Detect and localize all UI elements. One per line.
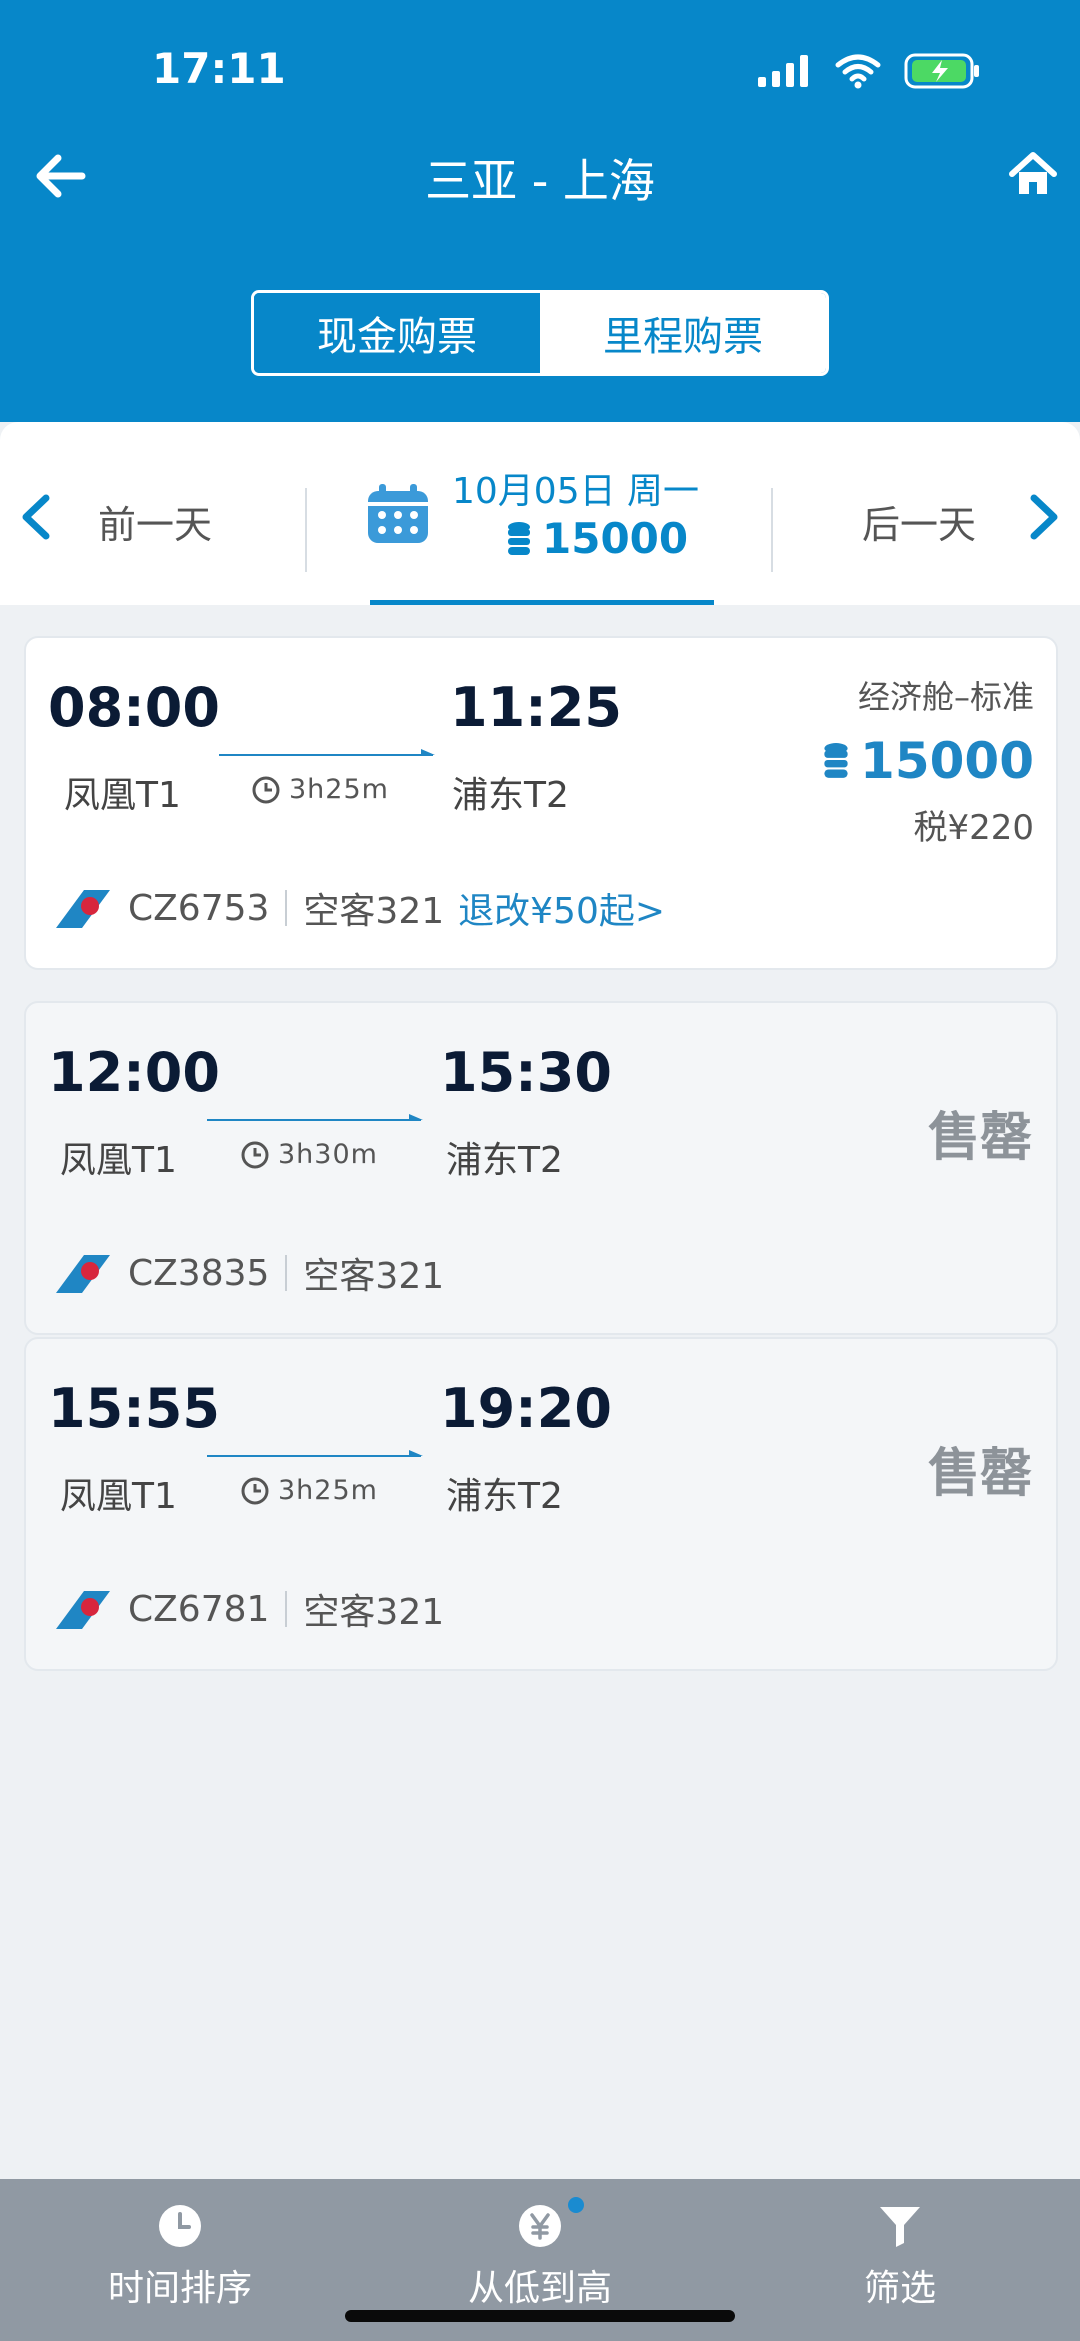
selected-date-price-value: 15000 <box>542 514 689 563</box>
page-title: 三亚 - 上海 <box>425 154 655 208</box>
duration-text: 3h25m <box>289 774 389 805</box>
departure-time: 08:00 <box>48 676 220 739</box>
sold-out-label: 售罄 <box>927 1444 1032 1504</box>
flight-number: CZ3835 <box>128 1252 270 1294</box>
flight-duration: 3h25m <box>240 1475 378 1506</box>
clock-icon <box>241 1141 269 1168</box>
arrival-time: 11:25 <box>450 676 622 739</box>
duration-arrow <box>207 1114 423 1121</box>
airline-logo-icon <box>56 1591 110 1629</box>
header: 17:11 三亚 - 上海 现金购票 里程购票 <box>0 0 1080 422</box>
calendar-icon[interactable] <box>365 482 431 546</box>
flight-card[interactable]: 08:00 凤凰T1 3h25m 11:25 浦东T2 经济舱–标准 15000… <box>24 636 1058 970</box>
yen-icon <box>519 2205 561 2247</box>
airline-logo-icon <box>56 1255 110 1293</box>
aircraft-type: 空客321 <box>303 1592 445 1633</box>
duration-arrow <box>207 1450 423 1457</box>
flight-duration: 3h25m <box>251 774 389 805</box>
departure-terminal: 凤凰T1 <box>64 775 181 816</box>
coin-stack-icon <box>824 743 848 778</box>
chevron-left-icon[interactable] <box>18 494 54 540</box>
selected-date[interactable]: 10月05日 周一 <box>452 462 699 514</box>
departure-time: 15:55 <box>48 1377 220 1440</box>
flight-info: CZ6781 空客321 <box>54 1583 444 1635</box>
clock-icon <box>159 2205 201 2247</box>
arrival-terminal: 浦东T2 <box>452 775 569 816</box>
duration-arrow <box>219 749 435 756</box>
filter-button[interactable]: 筛选 <box>720 2179 1080 2341</box>
departure-terminal: 凤凰T1 <box>60 1140 177 1181</box>
divider <box>285 1255 288 1291</box>
duration-text: 3h30m <box>278 1139 378 1170</box>
signal-icon <box>758 55 808 87</box>
divider <box>285 890 288 926</box>
arrival-terminal: 浦东T2 <box>446 1476 563 1517</box>
filter-icon <box>880 2207 920 2247</box>
coin-stack-icon <box>508 521 530 555</box>
selected-date-price: 15000 <box>506 514 688 563</box>
sort-by-time-label: 时间排序 <box>107 2268 252 2309</box>
date-selector: 前一天 10月05日 周一 15000 后一天 <box>0 422 1080 605</box>
mileage-price: 15000 <box>822 732 1034 790</box>
aircraft-type: 空客321 <box>303 1256 445 1297</box>
status-time: 17:11 <box>152 44 286 93</box>
tab-mileage-purchase[interactable]: 里程购票 <box>540 293 826 373</box>
change-fee-link[interactable]: 退改¥50起> <box>458 882 665 934</box>
arrival-time: 15:30 <box>440 1041 612 1104</box>
sort-low-to-high-label: 从低到高 <box>467 2268 612 2309</box>
flight-number: CZ6781 <box>128 1588 270 1630</box>
wifi-icon <box>835 54 881 89</box>
aircraft-type: 空客321 <box>303 891 445 932</box>
selected-date-underline <box>370 600 714 605</box>
mileage-price-value: 15000 <box>860 732 1034 790</box>
next-day-button[interactable]: 后一天 <box>862 494 976 549</box>
cabin-class: 经济舱–标准 <box>857 678 1034 716</box>
clock-icon <box>241 1477 269 1504</box>
arrival-terminal: 浦东T2 <box>446 1140 563 1181</box>
flight-card[interactable]: 12:00 凤凰T1 3h30m 15:30 浦东T2 售罄 CZ3835 空客… <box>24 1001 1058 1335</box>
active-indicator-dot <box>568 2197 584 2213</box>
chevron-right-icon[interactable] <box>1026 494 1062 540</box>
flight-card[interactable]: 15:55 凤凰T1 3h25m 19:20 浦东T2 售罄 CZ6781 空客… <box>24 1337 1058 1671</box>
departure-time: 12:00 <box>48 1041 220 1104</box>
filter-label: 筛选 <box>863 2268 936 2309</box>
home-icon[interactable] <box>1008 150 1058 200</box>
tax-amount: 税¥220 <box>913 808 1034 848</box>
flight-info: CZ3835 空客321 <box>54 1247 444 1299</box>
airline-logo-icon <box>56 890 110 928</box>
sort-by-time-button[interactable]: 时间排序 <box>0 2179 360 2341</box>
flight-duration: 3h30m <box>240 1139 378 1170</box>
clock-icon <box>252 776 280 803</box>
sold-out-label: 售罄 <box>927 1108 1032 1168</box>
purchase-type-toggle: 现金购票 里程购票 <box>251 290 829 376</box>
prev-day-button[interactable]: 前一天 <box>98 494 212 549</box>
divider <box>305 488 307 572</box>
divider <box>285 1591 288 1627</box>
tab-cash-purchase[interactable]: 现金购票 <box>254 293 540 373</box>
flight-number: CZ6753 <box>128 887 270 929</box>
flight-info: CZ6753 空客321 退改¥50起> <box>54 882 665 934</box>
departure-terminal: 凤凰T1 <box>60 1476 177 1517</box>
status-icons <box>756 52 982 90</box>
arrival-time: 19:20 <box>440 1377 612 1440</box>
divider <box>771 488 773 572</box>
home-indicator[interactable] <box>345 2310 735 2322</box>
duration-text: 3h25m <box>278 1475 378 1506</box>
battery-icon <box>904 53 979 89</box>
